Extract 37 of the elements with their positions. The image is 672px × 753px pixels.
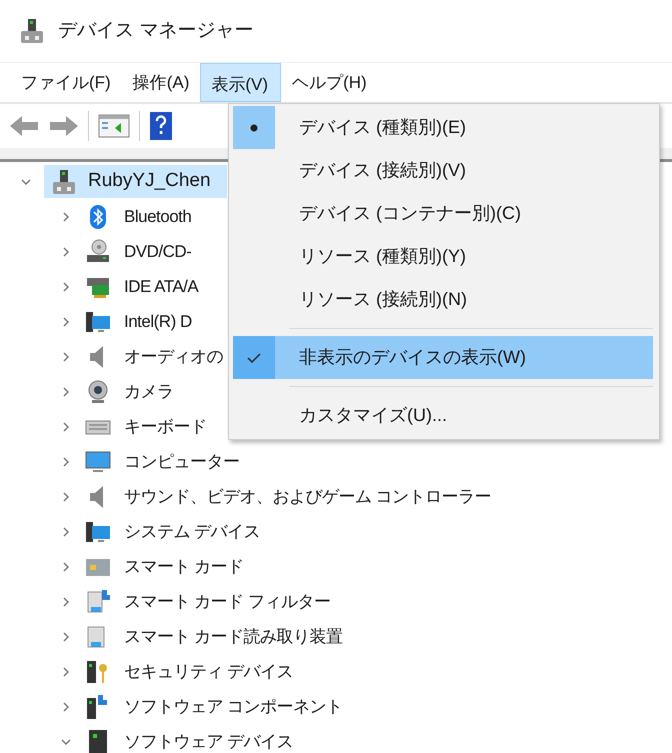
radio-dot-icon [250,124,258,132]
tree-item[interactable]: コンピューター [124,448,240,474]
device-manager-icon [18,17,46,45]
forward-arrow-icon[interactable] [48,113,80,139]
window-title: デバイス マネージャー [58,18,254,43]
tree-item[interactable]: ソフトウェア デバイス [124,728,294,753]
tree-item[interactable]: スマート カード読み取り装置 [124,624,343,650]
tree-item[interactable]: セキュリティ デバイス [124,658,294,684]
menu-item[interactable]: デバイス (コンテナー別)(C) [233,192,653,235]
tree-item[interactable]: RubyYJ_Chen [44,165,227,198]
tree-item[interactable]: サウンド、ビデオ、およびゲーム コントローラー [124,484,492,510]
menu-item[interactable]: デバイス (接続別)(V) [233,149,653,192]
tree-item[interactable]: DVD/CD- [124,238,192,264]
menu-item[interactable]: カスタマイズ(U)... [233,394,653,437]
tree-item[interactable]: Bluetooth [124,204,192,230]
tree-item[interactable]: スマート カード フィルター [124,588,330,614]
tree-item[interactable]: ソフトウェア コンポーネント [124,694,343,720]
back-arrow-icon[interactable] [8,113,40,139]
tree-item[interactable]: IDE ATA/A [124,274,198,300]
menu-bar-item[interactable]: 表示(V) [200,63,282,102]
menu-item[interactable]: リソース (種類別)(Y) [233,235,653,278]
checkmark-icon [247,352,261,362]
menu-bar-item[interactable]: ファイル(F) [10,63,122,102]
menu-item[interactable]: リソース (接続別)(N) [233,278,653,321]
help-icon[interactable] [148,111,174,141]
tree-item[interactable]: キーボード [124,414,206,440]
tree-item[interactable]: システム デバイス [124,518,260,544]
tree-item[interactable]: Intel(R) D [124,308,192,334]
computer-icon [50,168,78,196]
menu-bar-item[interactable]: 操作(A) [122,63,200,102]
tree-item[interactable]: カメラ [124,378,174,404]
tree-item[interactable]: オーディオの [124,344,223,370]
console-tree-icon[interactable] [97,112,131,140]
tree-item[interactable]: スマート カード [124,554,244,580]
menu-item[interactable]: 非表示のデバイスの表示(W) [233,336,653,379]
menu-item[interactable]: デバイス (種類別)(E) [233,106,653,149]
menu-bar-item[interactable]: ヘルプ(H) [281,63,378,102]
